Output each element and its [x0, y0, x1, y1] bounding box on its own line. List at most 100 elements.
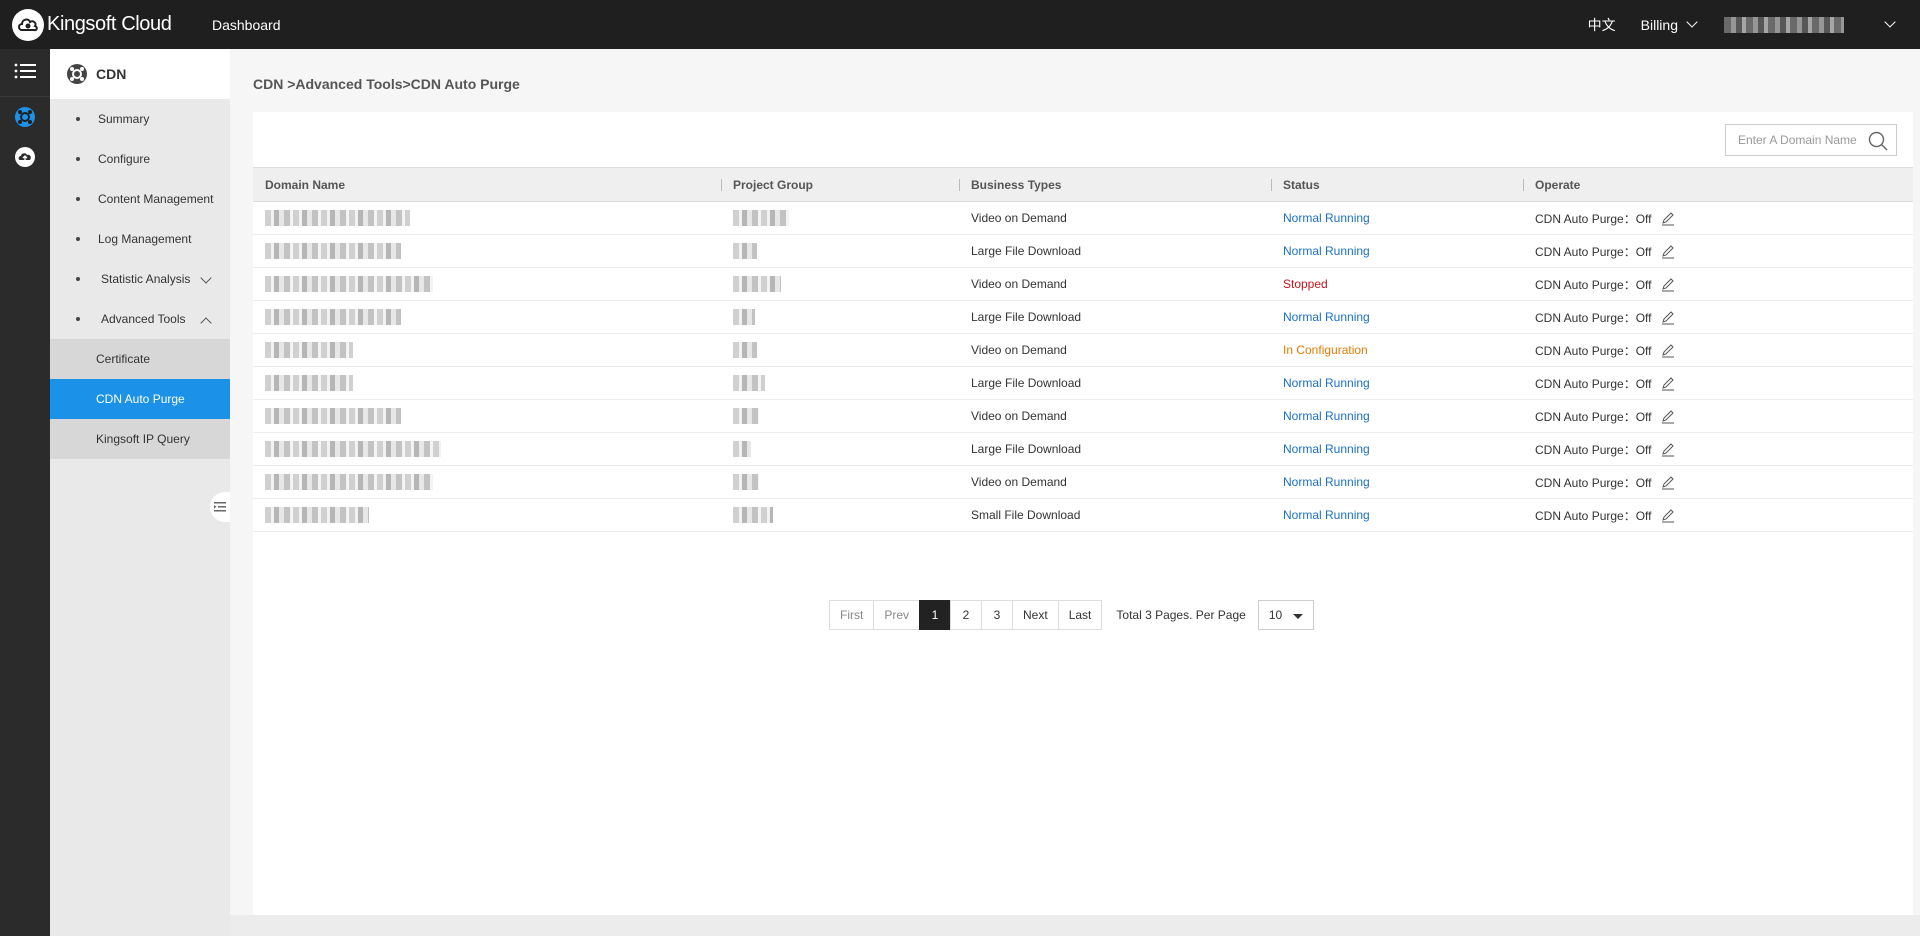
domain-name-redacted	[265, 342, 353, 358]
bullet-icon	[76, 157, 80, 161]
sidebar-item-statistic-analysis[interactable]: Statistic Analysis	[50, 259, 230, 299]
business-type-cell: Video on Demand	[959, 333, 1271, 367]
top-bar: Kingsoft Cloud Dashboard 中文 Billing	[0, 0, 1920, 49]
domain-name-redacted	[265, 408, 401, 424]
business-type-cell: Video on Demand	[959, 465, 1271, 499]
sidebar-subitem-certificate[interactable]: Certificate	[50, 339, 230, 379]
project-group-redacted	[733, 441, 751, 457]
sidebar-item-configure[interactable]: Configure	[50, 139, 230, 179]
column-header-operate: Operate	[1523, 167, 1913, 202]
edit-icon[interactable]	[1660, 276, 1676, 292]
table-row: Large File Download Normal Running CDN A…	[253, 366, 1913, 400]
sidebar-item-log-management[interactable]: Log Management	[50, 219, 230, 259]
project-group-redacted	[733, 276, 781, 292]
edit-icon[interactable]	[1660, 507, 1676, 523]
business-type-cell: Large File Download	[959, 300, 1271, 334]
per-page-select[interactable]: 10	[1257, 600, 1314, 630]
table-row: Large File Download Normal Running CDN A…	[253, 234, 1913, 268]
chevron-down-icon	[200, 272, 212, 284]
page-button-1[interactable]: 1	[919, 600, 952, 630]
main-content: CDN >Advanced Tools>CDN Auto Purge Domai…	[230, 49, 1920, 915]
status-cell: In Configuration	[1271, 333, 1523, 367]
hamburger-icon	[14, 63, 36, 82]
per-page-value: 10	[1268, 608, 1283, 622]
column-header-label: Business Types	[971, 177, 1062, 192]
auto-purge-status: CDN Auto Purge：Off	[1535, 409, 1652, 424]
breadcrumb: CDN >Advanced Tools>CDN Auto Purge	[253, 76, 520, 92]
sidebar-item-label: Advanced Tools	[101, 312, 186, 326]
domain-name-redacted	[265, 375, 353, 391]
page-button-3[interactable]: 3	[981, 600, 1014, 630]
next-page-button[interactable]: Next	[1012, 600, 1059, 630]
status-cell: Normal Running	[1271, 234, 1523, 268]
sidebar-item-advanced-tools[interactable]: Advanced Tools	[50, 299, 230, 339]
table-row: Large File Download Normal Running CDN A…	[253, 432, 1913, 466]
user-menu[interactable]	[1724, 16, 1896, 33]
language-switch[interactable]: 中文	[1588, 15, 1616, 35]
auto-purge-status: CDN Auto Purge：Off	[1535, 442, 1652, 457]
bullet-icon	[76, 277, 80, 281]
last-page-button[interactable]: Last	[1057, 600, 1103, 630]
business-type-cell: Small File Download	[959, 498, 1271, 532]
sidebar-title: CDN	[96, 66, 127, 82]
business-type-cell: Large File Download	[959, 234, 1271, 268]
sidebar-item-content-management[interactable]: Content Management	[50, 179, 230, 219]
rail-item-cdn[interactable]	[0, 97, 50, 137]
sidebar-item-label: Statistic Analysis	[101, 272, 191, 286]
bullet-icon	[76, 197, 80, 201]
rail-item-cloud-upload[interactable]	[0, 137, 50, 177]
edit-icon[interactable]	[1660, 441, 1676, 457]
domain-name-redacted	[265, 243, 401, 259]
column-header-label: Operate	[1535, 177, 1581, 192]
first-page-button[interactable]: First	[829, 600, 875, 630]
status-cell: Normal Running	[1271, 201, 1523, 235]
brand-logo[interactable]: Kingsoft Cloud	[12, 8, 200, 41]
content-panel: Domain Name Project Group Business Types…	[253, 112, 1913, 915]
column-header-domain-name: Domain Name	[253, 167, 721, 202]
bullet-icon	[76, 117, 80, 121]
billing-label: Billing	[1640, 16, 1678, 33]
auto-purge-status: CDN Auto Purge：Off	[1535, 277, 1652, 292]
auto-purge-status: CDN Auto Purge：Off	[1535, 508, 1652, 523]
table-row: Video on Demand In Configuration CDN Aut…	[253, 333, 1913, 367]
table-row: Video on Demand Normal Running CDN Auto …	[253, 399, 1913, 433]
sidebar-subitem-cdn-auto-purge[interactable]: CDN Auto Purge	[50, 379, 230, 419]
cloud-logo-icon	[12, 8, 44, 41]
table-row: Video on Demand Normal Running CDN Auto …	[253, 201, 1913, 235]
auto-purge-status: CDN Auto Purge：Off	[1535, 310, 1652, 325]
top-right-menu: 中文 Billing	[1588, 0, 1920, 49]
business-type-cell: Video on Demand	[959, 267, 1271, 301]
cloud-upload-icon	[15, 147, 35, 167]
edit-icon[interactable]	[1660, 375, 1676, 391]
edit-icon[interactable]	[1660, 408, 1676, 424]
sidebar-item-summary[interactable]: Summary	[50, 99, 230, 139]
prev-page-button[interactable]: Prev	[873, 600, 921, 630]
edit-icon[interactable]	[1660, 342, 1676, 358]
domain-search-input[interactable]	[1738, 133, 1866, 147]
collapse-list-icon	[214, 502, 226, 512]
table-header-row: Domain Name Project Group Business Types…	[253, 167, 1913, 202]
sidebar-header: CDN	[50, 49, 230, 99]
edit-icon[interactable]	[1660, 309, 1676, 325]
chevron-down-icon	[1686, 16, 1698, 28]
edit-icon[interactable]	[1660, 243, 1676, 259]
domain-name-redacted	[265, 507, 369, 523]
icon-rail	[0, 49, 50, 936]
dashboard-link[interactable]: Dashboard	[212, 17, 281, 33]
page-button-2[interactable]: 2	[950, 600, 983, 630]
column-separator	[1523, 179, 1524, 191]
search-icon[interactable]	[1868, 131, 1888, 151]
billing-menu[interactable]: Billing	[1640, 16, 1698, 33]
sidebar-subitem-kingsoft-ip-query[interactable]: Kingsoft IP Query	[50, 419, 230, 459]
status-cell: Normal Running	[1271, 465, 1523, 499]
status-cell: Normal Running	[1271, 366, 1523, 400]
menu-toggle-button[interactable]	[0, 49, 50, 97]
business-type-cell: Video on Demand	[959, 399, 1271, 433]
edit-icon[interactable]	[1660, 210, 1676, 226]
column-header-label: Project Group	[733, 177, 814, 192]
sidebar: CDN Summary Configure Content Management…	[50, 49, 230, 936]
brand-name: Kingsoft Cloud	[47, 13, 172, 35]
sidebar-item-label: Configure	[98, 152, 151, 166]
domain-name-redacted	[265, 441, 441, 457]
edit-icon[interactable]	[1660, 474, 1676, 490]
